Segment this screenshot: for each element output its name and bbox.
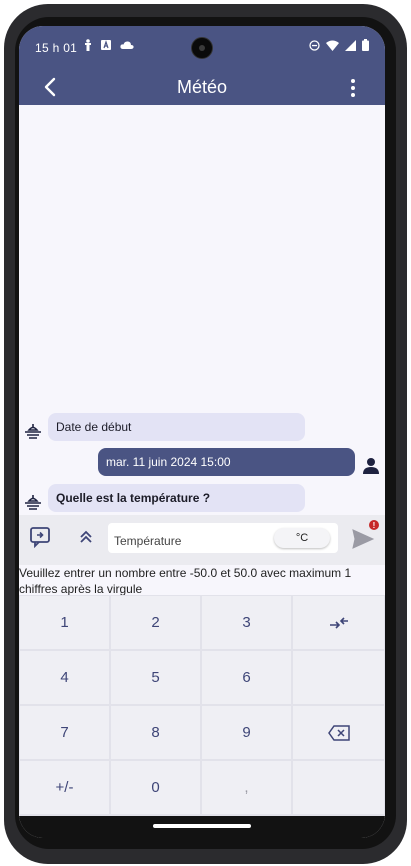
a-box-icon <box>101 40 111 50</box>
person-icon <box>363 458 379 474</box>
key-0[interactable]: 0 <box>111 761 200 814</box>
key-empty <box>293 761 384 814</box>
key-7[interactable]: 7 <box>20 706 109 759</box>
bot-avatar-icon <box>25 424 41 439</box>
key-1[interactable]: 1 <box>20 596 109 649</box>
input-bar: °C ! <box>19 515 385 565</box>
status-time: 15 h 01 <box>35 41 78 55</box>
unit-toggle[interactable]: °C <box>274 528 330 548</box>
validation-hint-text: Veuillez entrer un nombre entre -50.0 et… <box>19 566 352 596</box>
key-enter[interactable] <box>293 596 384 649</box>
key-3[interactable]: 3 <box>202 596 291 649</box>
bot-avatar-icon <box>25 495 41 510</box>
key-backspace[interactable] <box>293 706 384 759</box>
key-decimal[interactable]: , <box>202 761 291 814</box>
key-plus-minus[interactable]: +/- <box>20 761 109 814</box>
backspace-icon <box>327 724 350 741</box>
key-8[interactable]: 8 <box>111 706 200 759</box>
temperature-input[interactable] <box>112 533 266 549</box>
message-bubble-bot: Quelle est la température ? <box>48 484 305 512</box>
numeric-keypad: 1 2 3 4 5 6 7 8 9 +/- 0 , <box>19 595 385 816</box>
expand-up-icon[interactable] <box>75 526 97 548</box>
accessibility-icon <box>85 39 91 51</box>
message-bubble-bot: Date de début <box>48 413 305 441</box>
key-5[interactable]: 5 <box>111 651 200 704</box>
key-6[interactable]: 6 <box>202 651 291 704</box>
message-bubble-user: mar. 11 juin 2024 15:00 <box>98 448 355 476</box>
wifi-icon <box>326 40 339 51</box>
enter-arrow-icon <box>329 616 348 629</box>
cloud-icon <box>120 41 134 49</box>
key-2[interactable]: 2 <box>111 596 200 649</box>
status-bar: 15 h 01 <box>19 26 385 69</box>
key-empty <box>293 651 384 704</box>
app-bar: Météo <box>19 69 385 105</box>
signal-icon <box>345 39 356 51</box>
send-icon[interactable] <box>351 528 375 550</box>
power-button <box>403 316 407 428</box>
navigation-bar <box>19 816 385 838</box>
screen: 15 h 01 Météo Date de début mar. 11 juin… <box>19 26 385 838</box>
dnd-icon <box>309 39 320 51</box>
more-vert-icon[interactable] <box>341 76 365 100</box>
volume-button <box>403 212 407 272</box>
page-title: Météo <box>176 77 228 97</box>
battery-icon <box>362 39 369 51</box>
chat-area[interactable]: Date de début mar. 11 juin 2024 15:00 Qu… <box>19 105 385 515</box>
front-camera <box>191 37 213 59</box>
error-badge: ! <box>369 520 379 530</box>
temperature-field[interactable]: °C <box>108 523 338 553</box>
key-9[interactable]: 9 <box>202 706 291 759</box>
quick-reply-icon[interactable] <box>29 526 51 548</box>
key-4[interactable]: 4 <box>20 651 109 704</box>
validation-hint: Veuillez entrer un nombre entre -50.0 et… <box>19 565 385 596</box>
home-gesture-pill[interactable] <box>153 824 251 828</box>
